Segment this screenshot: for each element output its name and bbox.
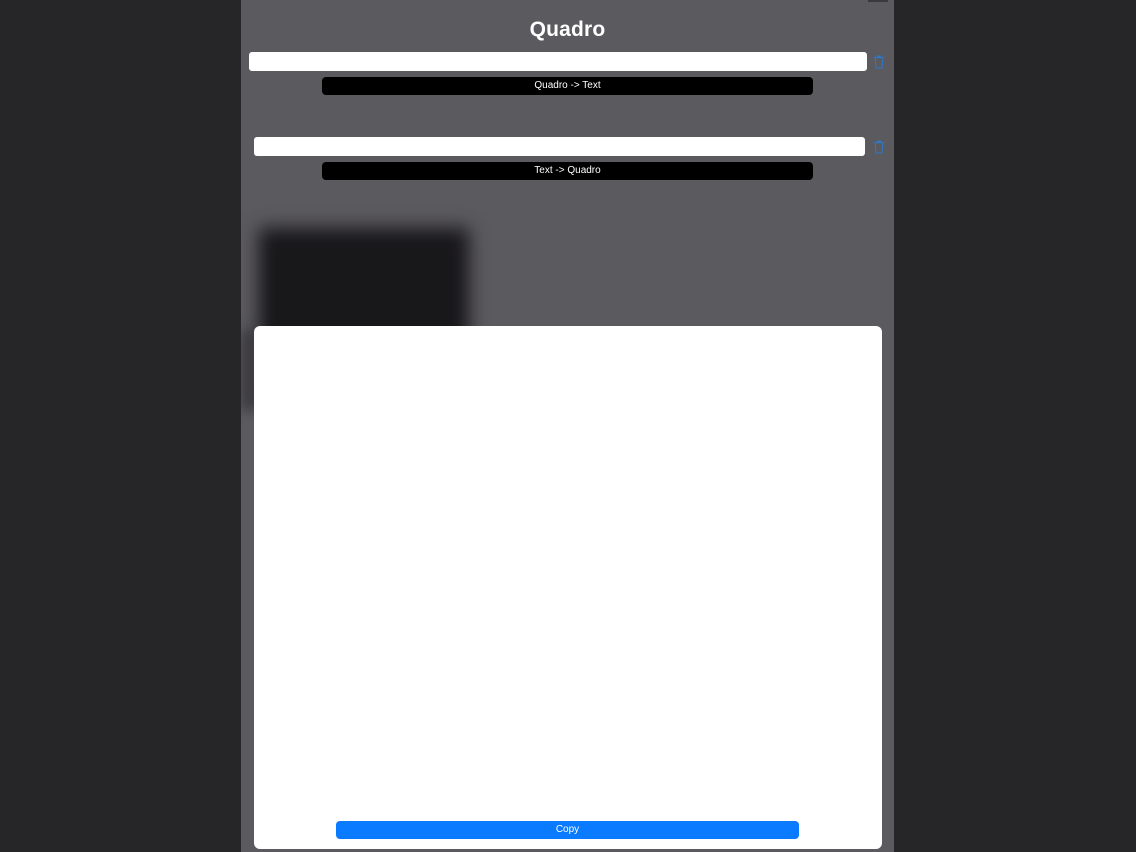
status-indicator — [868, 0, 888, 2]
text-input[interactable] — [254, 137, 865, 156]
quadro-to-text-button[interactable]: Quadro -> Text — [322, 77, 813, 95]
trash-icon[interactable] — [873, 55, 885, 69]
result-sheet: Copy — [254, 326, 882, 849]
result-text — [268, 340, 866, 810]
quadro-input[interactable] — [249, 52, 867, 71]
copy-button[interactable]: Copy — [336, 821, 799, 839]
page-title: Quadro — [529, 18, 606, 41]
trash-icon[interactable] — [873, 140, 885, 154]
app-window: Quadro Quadro -> Text Text -> Quadro Cop… — [241, 0, 894, 852]
text-to-quadro-button[interactable]: Text -> Quadro — [322, 162, 813, 180]
